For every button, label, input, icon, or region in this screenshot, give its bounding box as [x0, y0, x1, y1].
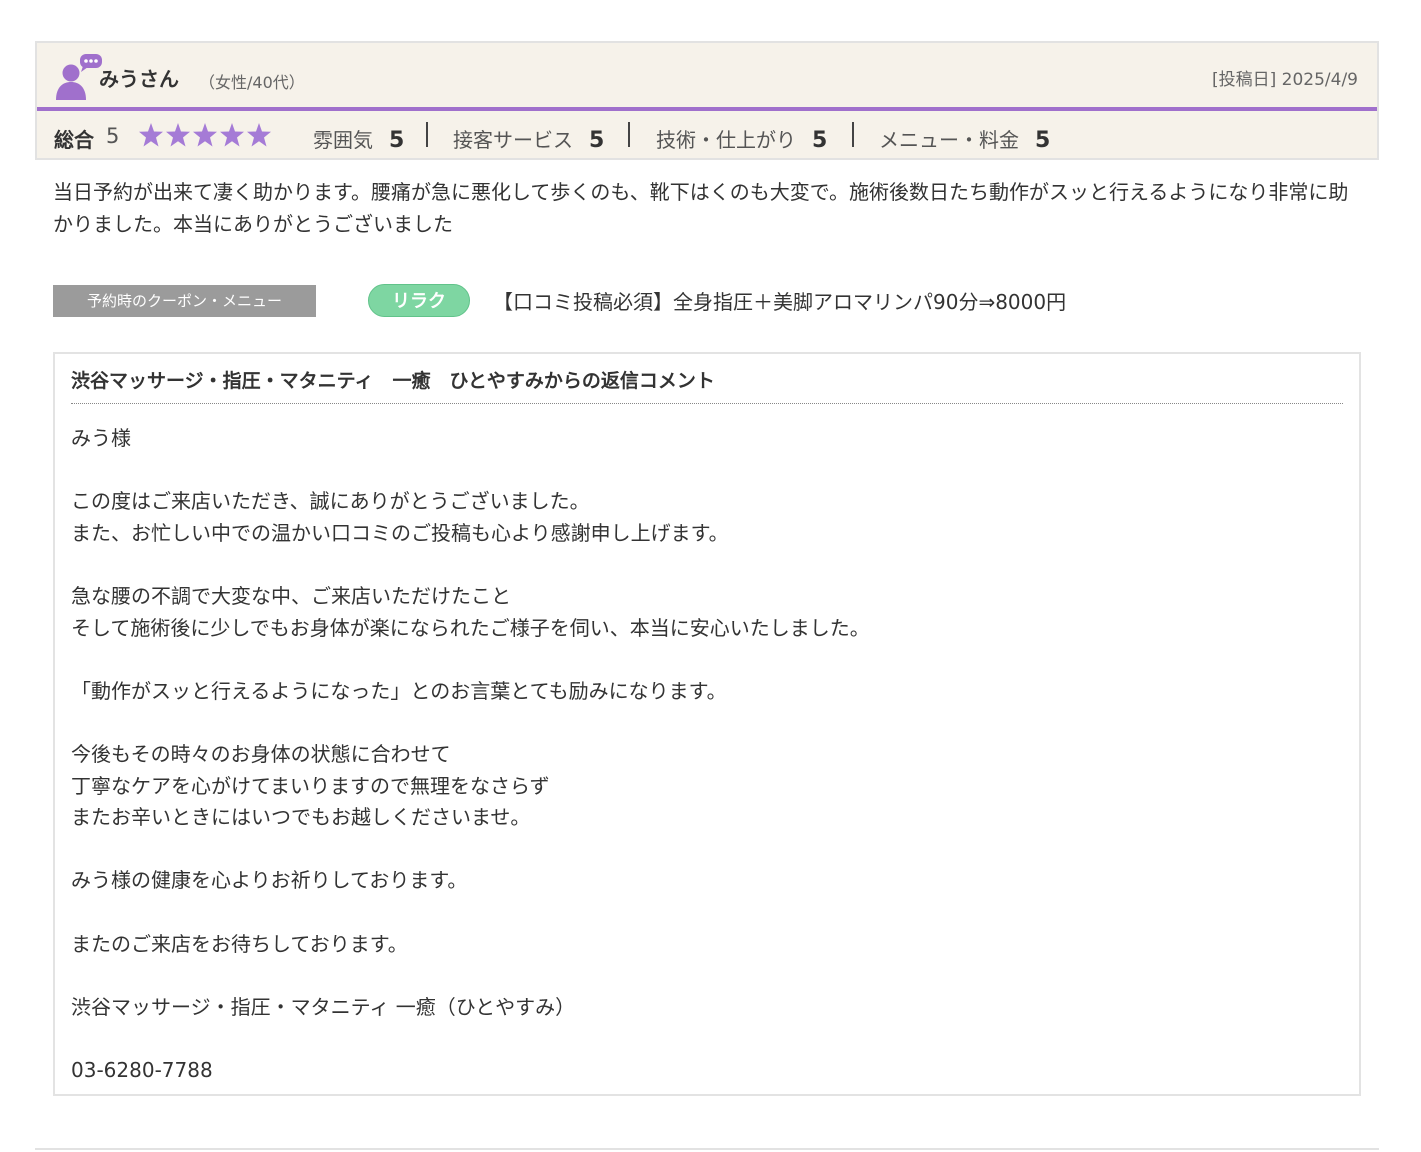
- user-speech-avatar-icon: [56, 54, 102, 100]
- star-icon: [247, 123, 271, 147]
- coupon-category-badge: リラク: [368, 284, 470, 317]
- reply-divider: [71, 403, 1343, 404]
- rating-label: 雰囲気: [313, 128, 373, 152]
- review-card: みうさん （女性/40代） [投稿日] 2025/4/9 総合 5 雰囲気 5 接…: [35, 41, 1379, 160]
- review-header: みうさん （女性/40代） [投稿日] 2025/4/9: [37, 43, 1377, 111]
- reviewer-attributes: （女性/40代）: [199, 73, 305, 92]
- reply-box: 渋谷マッサージ・指圧・マタニティ 一癒 ひとやすみからの返信コメント みう様 こ…: [53, 352, 1361, 1096]
- rating-value: 5: [1035, 128, 1051, 153]
- review-body: 当日予約が出来て凄く助かります。腰痛が急に悪化して歩くのも、靴下はくのも大変で。…: [53, 180, 1349, 236]
- star-icon: [220, 123, 244, 147]
- rating-label: 接客サービス: [453, 128, 573, 152]
- rating-separator: [852, 122, 854, 147]
- post-date: [投稿日] 2025/4/9: [1211, 70, 1358, 90]
- total-rating-label: 総合: [54, 128, 94, 152]
- rating-value: 5: [389, 128, 405, 153]
- rating-technique: 技術・仕上がり 5: [656, 124, 827, 153]
- rating-row: 総合 5 雰囲気 5 接客サービス 5 技術・仕上がり 5 メニュー・料金 5: [37, 111, 1377, 160]
- rating-menu-price: メニュー・料金 5: [879, 124, 1050, 153]
- reviewer-name: みうさん: [99, 67, 179, 91]
- total-rating-score: 5: [106, 124, 120, 148]
- rating-atmosphere: 雰囲気 5: [313, 124, 404, 153]
- coupon-menu-label: 予約時のクーポン・メニュー: [53, 285, 316, 317]
- bottom-divider: [35, 1148, 1379, 1150]
- rating-separator: [628, 122, 630, 147]
- star-rating: [139, 123, 271, 147]
- coupon-name: 【口コミ投稿必須】全身指圧＋美脚アロマリンパ90分⇒8000円: [493, 290, 1067, 314]
- rating-value: 5: [589, 128, 605, 153]
- star-icon: [193, 123, 217, 147]
- rating-label: メニュー・料金: [879, 128, 1019, 152]
- rating-service: 接客サービス 5: [453, 124, 604, 153]
- reply-text: みう様 この度はご来店いただき、誠にありがとうございました。 また、お忙しい中で…: [71, 426, 870, 1082]
- rating-separator: [426, 122, 428, 147]
- reply-title: 渋谷マッサージ・指圧・マタニティ 一癒 ひとやすみからの返信コメント: [71, 370, 715, 392]
- star-icon: [166, 123, 190, 147]
- star-icon: [139, 123, 163, 147]
- rating-value: 5: [812, 128, 828, 153]
- rating-label: 技術・仕上がり: [656, 128, 796, 152]
